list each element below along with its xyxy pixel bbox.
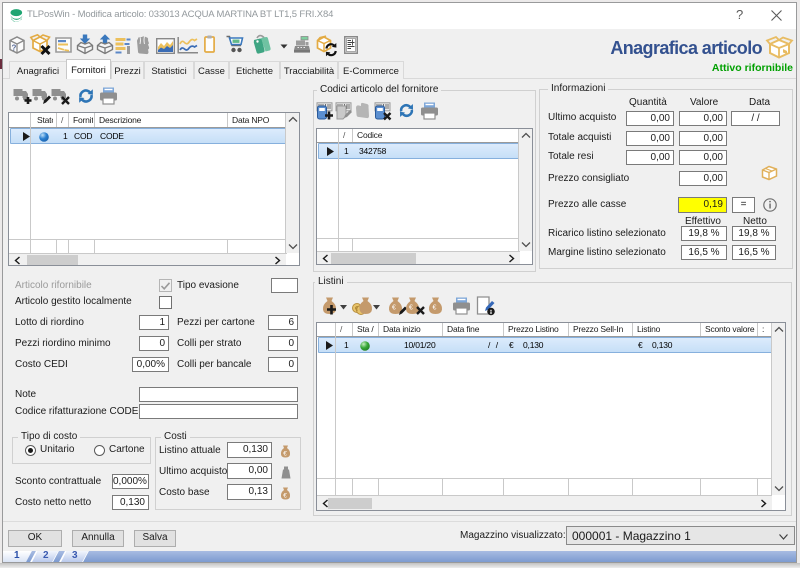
svg-text:€: €	[409, 305, 413, 312]
svg-text:?: ?	[12, 44, 17, 53]
svg-text:€: €	[433, 305, 437, 312]
svg-text:€: €	[283, 493, 287, 500]
svg-text:€: €	[283, 451, 287, 458]
svg-text:€: €	[392, 305, 396, 312]
